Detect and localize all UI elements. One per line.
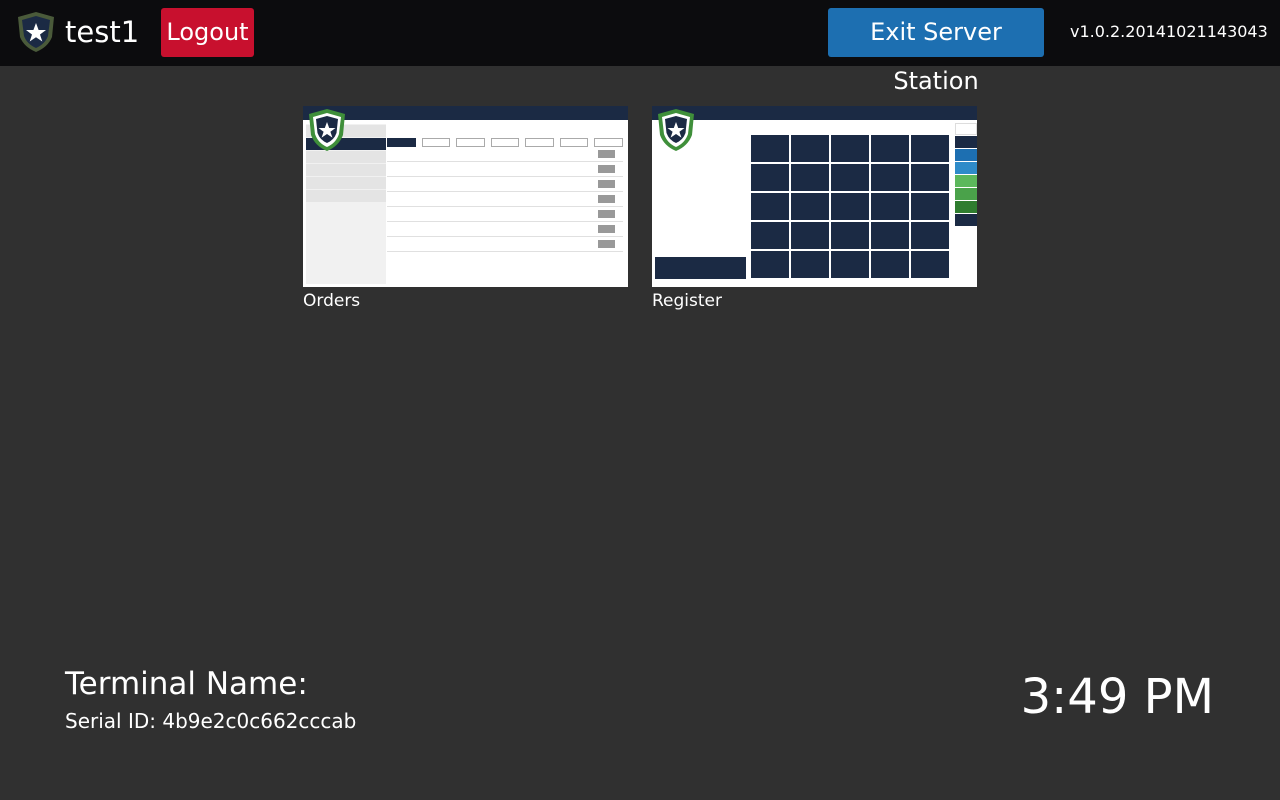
exit-server-station-button[interactable]: Exit Server Station [828, 8, 1044, 95]
app-tile-orders[interactable]: Orders [303, 106, 628, 311]
thumbnail-row [387, 192, 623, 207]
terminal-name-label: Terminal Name: [65, 666, 308, 702]
app-tile-label: Orders [303, 291, 361, 311]
thumbnail-sidebar-item [306, 177, 386, 189]
thumbnail-column-headers [387, 138, 624, 147]
username: test1 [65, 15, 140, 49]
thumbnail-checkout-bar [655, 257, 746, 279]
shield-star-icon [658, 109, 694, 151]
orders-thumbnail[interactable] [303, 106, 628, 287]
thumbnail-order-list [387, 138, 624, 252]
thumbnail-row [387, 222, 623, 237]
thumbnail-sidebar-item [306, 164, 386, 176]
thumbnail-header [303, 106, 628, 120]
thumbnail-header [652, 106, 977, 120]
thumbnail-row [387, 237, 623, 252]
version-text: v1.0.2.20141021143043 [1070, 22, 1268, 41]
app-tile-label: Register [652, 291, 722, 311]
thumbnail-sidebar-item [306, 190, 386, 202]
shield-star-icon [18, 12, 54, 52]
thumbnail-row [387, 147, 623, 162]
thumbnail-categories [955, 122, 977, 226]
thumbnail-row [387, 162, 623, 177]
thumbnail-row [387, 177, 623, 192]
thumbnail-sidebar-item [306, 151, 386, 163]
thumbnail-row [387, 207, 623, 222]
top-bar: test1 Logout Exit Server Station v1.0.2.… [0, 0, 1280, 95]
clock: 3:49 PM [1020, 669, 1214, 725]
thumbnail-product-grid [751, 135, 951, 278]
register-thumbnail[interactable] [652, 106, 977, 287]
logout-button[interactable]: Logout [161, 8, 254, 57]
serial-id: Serial ID: 4b9e2c0c662cccab [65, 709, 357, 733]
shield-star-icon [309, 109, 345, 151]
app-tile-register[interactable]: Register [652, 106, 977, 311]
